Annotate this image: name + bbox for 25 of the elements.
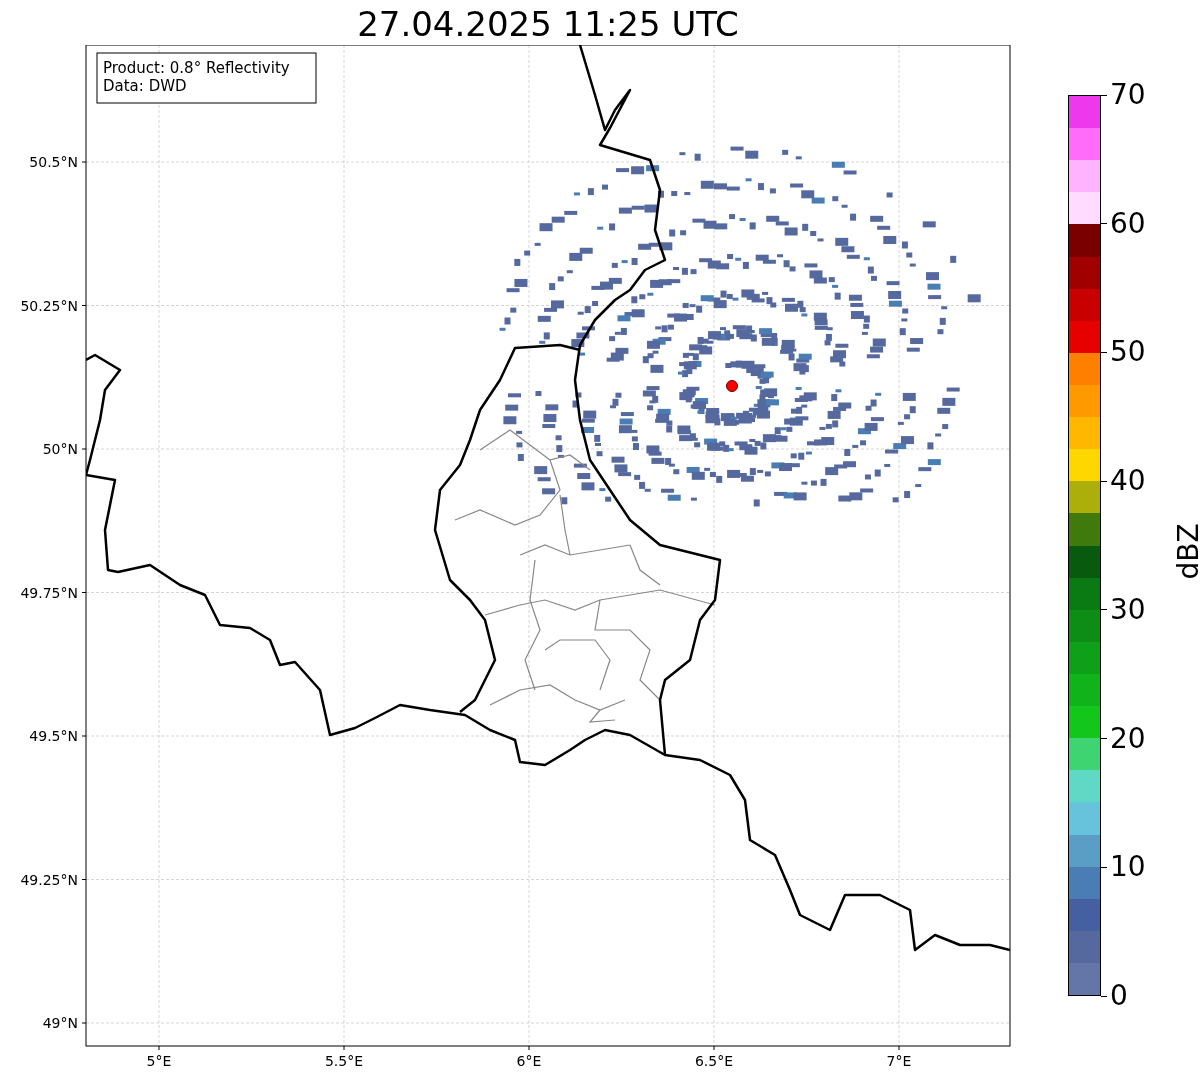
colorbar-tick-label: 10 <box>1110 852 1146 883</box>
longitude-label: 6.5°E <box>694 1053 734 1069</box>
latitude-label: 50.5°N <box>29 154 78 170</box>
legend-text: Product: 0.8° Reflectivity <box>103 59 290 77</box>
legend-text: Data: DWD <box>103 77 187 95</box>
longitude-label: 5°E <box>146 1053 172 1069</box>
colorbar-tick-label: 50 <box>1110 337 1146 368</box>
latitude-label: 49.5°N <box>29 728 78 744</box>
latitude-label: 49°N <box>42 1015 78 1031</box>
latitude-label: 50°N <box>42 441 78 457</box>
latitude-label: 49.75°N <box>20 584 78 601</box>
latitude-label: 49.25°N <box>20 871 78 888</box>
longitude-label: 6°E <box>516 1053 542 1069</box>
longitude-label: 5.5°E <box>324 1053 364 1069</box>
colorbar-tick-label: 40 <box>1110 466 1146 497</box>
colorbar-tick-label: 0 <box>1110 981 1128 1011</box>
colorbar-tick-label: 60 <box>1110 208 1146 239</box>
radar-site-marker <box>726 380 738 392</box>
latitude-label: 50.25°N <box>20 297 78 314</box>
colorbar-label: dBZ <box>1171 523 1202 580</box>
colorbar-tick-label: 70 <box>1110 80 1146 110</box>
chart-title: 27.04.2025 11:25 UTC <box>357 3 739 45</box>
longitude-label: 7°E <box>886 1053 912 1069</box>
colorbar-tick-label: 30 <box>1110 594 1146 625</box>
colorbar-tick-label: 20 <box>1110 723 1146 754</box>
